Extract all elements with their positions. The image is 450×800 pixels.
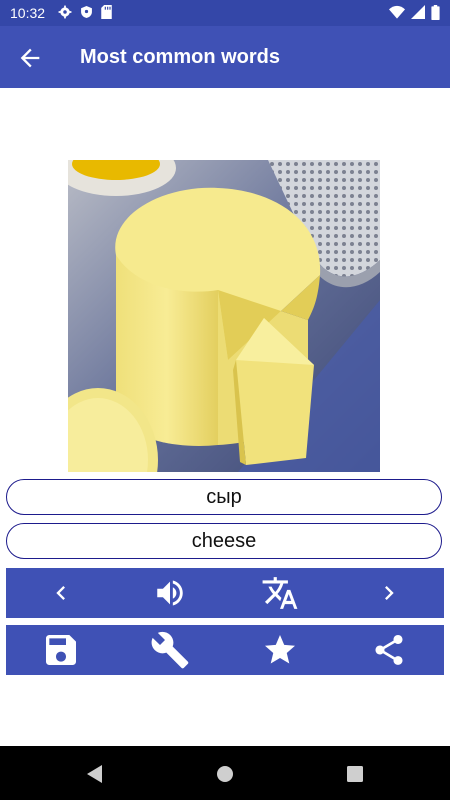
status-time: 10:32 [10, 5, 46, 21]
next-button[interactable] [364, 570, 414, 616]
word-text: сыр [206, 485, 242, 508]
gear-icon [58, 5, 72, 19]
share-icon [375, 635, 403, 665]
arrow-back-icon[interactable] [16, 44, 44, 72]
wrench-icon [151, 631, 189, 669]
translate-button[interactable] [255, 570, 305, 616]
word-image [68, 160, 380, 472]
settings-button[interactable] [145, 627, 195, 673]
star-icon [264, 635, 295, 664]
chevron-right-icon [385, 586, 394, 600]
app-bar: Most common words [0, 26, 450, 88]
speak-button[interactable] [145, 570, 195, 616]
share-button[interactable] [364, 627, 414, 673]
sd-card-icon [101, 5, 112, 19]
translation-text: cheese [191, 529, 257, 552]
previous-button[interactable] [36, 570, 86, 616]
shield-icon [81, 6, 92, 18]
back-triangle-icon[interactable] [84, 763, 106, 785]
action-controls [6, 625, 444, 675]
cell-signal-icon [411, 5, 425, 19]
home-circle-icon[interactable] [214, 763, 236, 785]
status-bar: 10:32 [0, 0, 450, 26]
wifi-icon [389, 5, 405, 19]
save-button[interactable] [36, 627, 86, 673]
chevron-left-icon [56, 586, 65, 600]
battery-icon [431, 5, 440, 20]
recents-square-icon[interactable] [344, 763, 366, 785]
navigation-controls [6, 568, 444, 618]
cheese-picture [68, 160, 380, 472]
save-icon [45, 635, 76, 665]
translation-field[interactable]: cheese [6, 523, 442, 559]
volume-icon [157, 580, 183, 606]
translate-icon [262, 577, 298, 609]
favorite-button[interactable] [255, 627, 305, 673]
word-field[interactable]: сыр [6, 479, 442, 515]
page-title: Most common words [80, 46, 281, 68]
system-nav-bar [0, 746, 450, 800]
